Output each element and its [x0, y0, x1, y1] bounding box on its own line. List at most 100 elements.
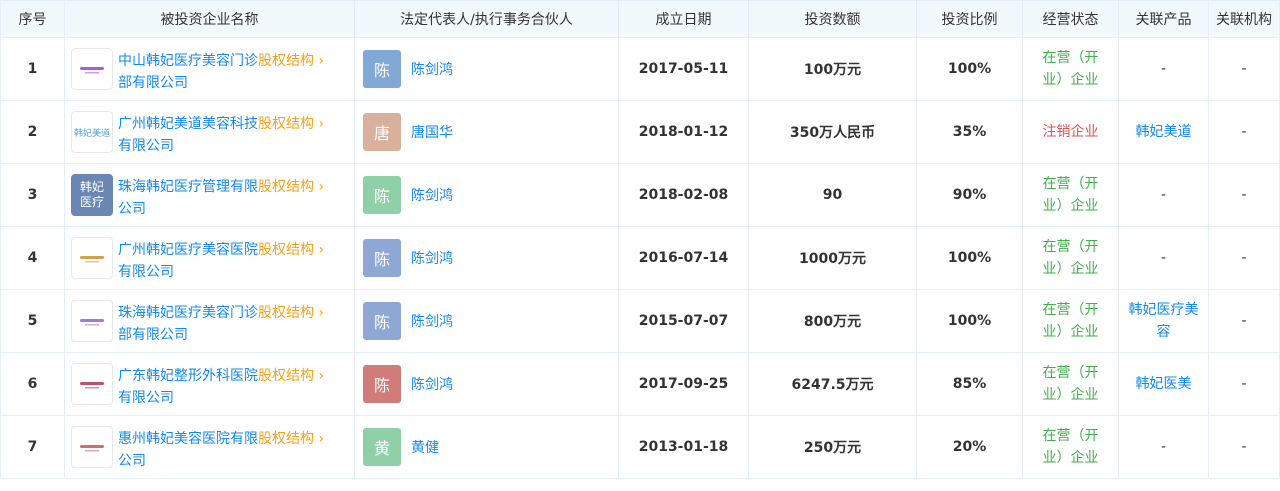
product-line-1: 韩妃医美 [1135, 376, 1192, 392]
company-cell: 广州韩妃医疗美容医院股权结构 › 有限公司 [64, 226, 355, 290]
logo-text: 韩妃美道 [73, 128, 110, 139]
product-line-1: - [1160, 61, 1167, 77]
person-avatar[interactable]: 陈 [363, 239, 401, 277]
row-index: 7 [0, 415, 65, 479]
company-wrap: 韩妃 医疗 珠海韩妃医疗管理有限股权结构 › 公司 [65, 170, 354, 220]
company-text: 广州韩妃美道美容科技股权结构 › 有限公司 [118, 107, 324, 157]
status-badge: 在营（开 业）企业 [1023, 362, 1118, 406]
person-name-link[interactable]: 陈剑鸿 [411, 185, 453, 205]
legal-rep-cell: 陈 陈剑鸿 [354, 289, 619, 353]
person-name-link[interactable]: 陈剑鸿 [411, 248, 453, 268]
person-avatar[interactable]: 陈 [363, 176, 401, 214]
equity-structure-link[interactable]: 股权结构 › [258, 242, 324, 258]
company-logo[interactable] [71, 426, 113, 468]
person-name-link[interactable]: 陈剑鸿 [411, 374, 453, 394]
investment-amount: 1000万元 [748, 226, 917, 290]
company-wrap: 韩妃美道 广州韩妃美道美容科技股权结构 › 有限公司 [65, 107, 354, 157]
company-text: 广东韩妃整形外科医院股权结构 › 有限公司 [118, 359, 324, 409]
person-name-link[interactable]: 陈剑鸿 [411, 311, 453, 331]
company-name-link-cont[interactable]: 部有限公司 [118, 75, 188, 91]
company-text: 中山韩妃医疗美容门诊股权结构 › 部有限公司 [118, 44, 324, 94]
company-name-link[interactable]: 中山韩妃医疗美容门诊 [118, 53, 258, 69]
company-name-link-cont[interactable]: 有限公司 [118, 264, 174, 280]
legal-rep-cell: 黄 黄健 [354, 415, 619, 479]
product-line-2: 容 [1156, 324, 1171, 340]
person-avatar[interactable]: 陈 [363, 365, 401, 403]
org-cell: - [1208, 352, 1280, 416]
company-logo[interactable] [71, 363, 113, 405]
status-cell: 注销企业 [1022, 100, 1119, 164]
company-logo-icon [80, 256, 104, 263]
status-line-1: 在营（开 [1042, 302, 1099, 318]
founded-date: 2017-05-11 [618, 37, 749, 101]
company-name-link[interactable]: 珠海韩妃医疗管理有限 [118, 179, 258, 195]
person-avatar[interactable]: 陈 [363, 302, 401, 340]
org-cell: - [1208, 100, 1280, 164]
company-name-link[interactable]: 广州韩妃美道美容科技 [118, 116, 258, 132]
person-avatar[interactable]: 黄 [363, 428, 401, 466]
company-name-link-cont[interactable]: 部有限公司 [118, 327, 188, 343]
company-cell: 广东韩妃整形外科医院股权结构 › 有限公司 [64, 352, 355, 416]
equity-structure-link[interactable]: 股权结构 › [258, 179, 324, 195]
product-link: - [1119, 247, 1208, 269]
product-link[interactable]: 韩妃美道 [1119, 121, 1208, 143]
equity-structure-link[interactable]: 股权结构 › [258, 53, 324, 69]
company-name-link[interactable]: 广东韩妃整形外科医院 [118, 368, 258, 384]
company-cell: 韩妃美道 广州韩妃美道美容科技股权结构 › 有限公司 [64, 100, 355, 164]
equity-structure-link[interactable]: 股权结构 › [258, 431, 324, 447]
company-logo[interactable]: 韩妃 医疗 [71, 174, 113, 216]
company-name-link-cont[interactable]: 公司 [118, 201, 146, 217]
status-badge: 在营（开 业）企业 [1023, 299, 1118, 343]
status-badge: 注销企业 [1023, 121, 1118, 143]
person-name-link[interactable]: 陈剑鸿 [411, 59, 453, 79]
company-name-link[interactable]: 珠海韩妃医疗美容门诊 [118, 305, 258, 321]
investment-ratio: 100% [916, 226, 1023, 290]
product-line-1: 韩妃医疗美 [1128, 302, 1199, 318]
company-name-link[interactable]: 广州韩妃医疗美容医院 [118, 242, 258, 258]
company-cell: 惠州韩妃美容医院有限股权结构 › 公司 [64, 415, 355, 479]
company-name-link-cont[interactable]: 公司 [118, 453, 146, 469]
header-products: 关联产品 [1118, 0, 1209, 38]
company-logo[interactable] [71, 300, 113, 342]
status-line-2: 业）企业 [1042, 324, 1099, 340]
product-link[interactable]: 韩妃医美 [1119, 373, 1208, 395]
equity-structure-link[interactable]: 股权结构 › [258, 368, 324, 384]
company-logo[interactable] [71, 48, 113, 90]
company-name-link-cont[interactable]: 有限公司 [118, 138, 174, 154]
person-name-link[interactable]: 黄健 [411, 437, 439, 457]
company-wrap: 广东韩妃整形外科医院股权结构 › 有限公司 [65, 359, 354, 409]
company-logo[interactable]: 韩妃美道 [71, 111, 113, 153]
status-line-1: 注销企业 [1042, 124, 1099, 140]
legal-rep-cell: 陈 陈剑鸿 [354, 226, 619, 290]
company-wrap: 惠州韩妃美容医院有限股权结构 › 公司 [65, 422, 354, 472]
company-logo[interactable] [71, 237, 113, 279]
person-wrap: 陈 陈剑鸿 [355, 50, 618, 88]
product-cell: - [1118, 163, 1209, 227]
person-avatar[interactable]: 唐 [363, 113, 401, 151]
equity-structure-link[interactable]: 股权结构 › [258, 305, 324, 321]
person-name-link[interactable]: 唐国华 [411, 122, 453, 142]
product-cell: - [1118, 37, 1209, 101]
table-header-row: 序号 被投资企业名称 法定代表人/执行事务合伙人 成立日期 投资数额 投资比例 … [0, 0, 1280, 38]
product-link[interactable]: 韩妃医疗美 容 [1119, 299, 1208, 343]
equity-structure-link[interactable]: 股权结构 › [258, 116, 324, 132]
status-line-1: 在营（开 [1042, 176, 1099, 192]
investment-ratio: 100% [916, 37, 1023, 101]
company-name-link-cont[interactable]: 有限公司 [118, 390, 174, 406]
status-line-2: 业）企业 [1042, 450, 1099, 466]
company-name-link[interactable]: 惠州韩妃美容医院有限 [118, 431, 258, 447]
product-line-1: - [1160, 250, 1167, 266]
table-row: 4 广州韩妃医疗美容医院股权结构 › 有限公司 陈 陈剑鸿 2016-07-14… [0, 226, 1280, 290]
row-index: 4 [0, 226, 65, 290]
legal-rep-cell: 陈 陈剑鸿 [354, 37, 619, 101]
logo-text-1: 韩妃 [79, 180, 104, 194]
person-avatar[interactable]: 陈 [363, 50, 401, 88]
row-index: 5 [0, 289, 65, 353]
org-cell: - [1208, 37, 1280, 101]
status-cell: 在营（开 业）企业 [1022, 37, 1119, 101]
status-cell: 在营（开 业）企业 [1022, 163, 1119, 227]
status-badge: 在营（开 业）企业 [1023, 425, 1118, 469]
logo-text-2: 医疗 [79, 195, 104, 209]
header-ratio: 投资比例 [916, 0, 1023, 38]
header-orgs: 关联机构 [1208, 0, 1280, 38]
